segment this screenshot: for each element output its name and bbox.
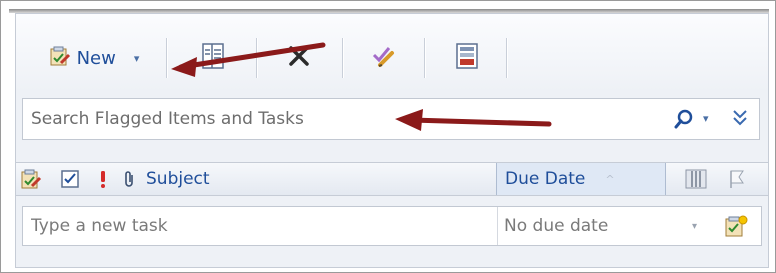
search-input[interactable] (31, 99, 631, 139)
new-task-input[interactable] (31, 207, 491, 245)
columns-icon[interactable] (684, 163, 708, 195)
add-task-icon[interactable] (723, 214, 749, 244)
new-button-label: New (76, 47, 116, 69)
subject-column-header[interactable]: Subject (146, 163, 210, 195)
window-frame: New ▾ Search Flagged Items and Tasks ▾ S… (0, 0, 776, 273)
open-card-icon (200, 42, 226, 74)
open-button[interactable] (186, 40, 240, 76)
mark-complete-icon (370, 43, 396, 73)
due-date-caret: ▾ (691, 220, 697, 232)
chevron-double-down-icon[interactable] (731, 108, 749, 132)
toolbar-separator (166, 38, 167, 78)
search-scope-caret[interactable]: ▾ (703, 112, 709, 125)
delete-x-icon (286, 43, 312, 73)
toolbar: New ▾ (16, 14, 768, 92)
delete-button[interactable] (272, 40, 326, 76)
attachment-icon[interactable] (122, 163, 136, 195)
due-date-value: No due date (504, 216, 609, 236)
flag-icon[interactable] (728, 163, 746, 195)
new-button[interactable]: New ▾ (34, 40, 154, 76)
search-icon[interactable] (673, 108, 695, 134)
tasks-panel: New ▾ Search Flagged Items and Tasks ▾ S… (15, 13, 769, 268)
new-task-row: No due date ▾ (22, 206, 762, 246)
mark-complete-button[interactable] (356, 40, 410, 76)
toolbar-separator (342, 38, 343, 78)
new-dropdown-caret[interactable]: ▾ (134, 52, 140, 65)
due-date-select[interactable]: No due date ▾ (497, 207, 707, 245)
task-type-icon[interactable] (20, 163, 42, 195)
categorize-icon (454, 42, 480, 74)
sort-ascending-icon: ^ (605, 172, 615, 186)
toolbar-separator (256, 38, 257, 78)
complete-checkbox-icon[interactable] (60, 163, 80, 195)
new-task-icon (49, 45, 71, 71)
categorize-button[interactable] (440, 40, 494, 76)
toolbar-separator (424, 38, 425, 78)
toolbar-separator (506, 38, 507, 78)
column-header-row: Subject Due Date ^ (16, 162, 768, 196)
importance-icon[interactable] (98, 163, 108, 195)
due-date-column-header[interactable]: Due Date ^ (496, 163, 666, 195)
due-date-label: Due Date (505, 169, 586, 189)
search-box: ▾ (22, 98, 760, 140)
